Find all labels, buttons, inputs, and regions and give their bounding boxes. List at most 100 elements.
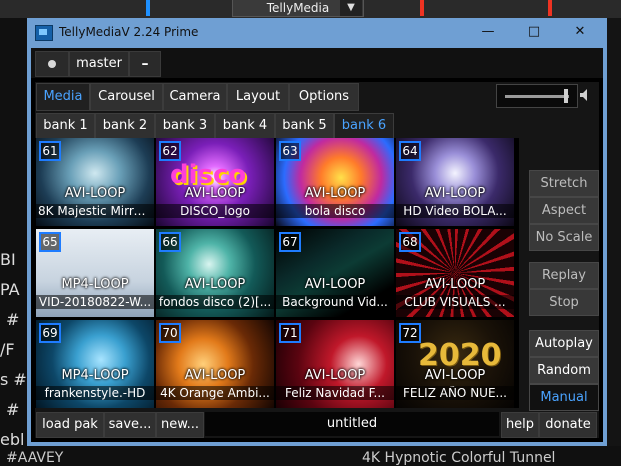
cell-type: AVI-LOOP	[184, 186, 246, 201]
window-title: TellyMediaV 2.24 Prime	[59, 25, 199, 39]
media-cell[interactable]: 61 AVI-LOOP 8K Majestic Mirro...	[36, 138, 154, 226]
master-enable-button[interactable]	[35, 51, 69, 77]
host-text: #	[6, 310, 20, 329]
title-bar[interactable]: TellyMediaV 2.24 Prime — □ ✕	[27, 18, 607, 48]
cell-number: 65	[39, 232, 61, 252]
tab-camera[interactable]: Camera	[163, 83, 227, 111]
slider-thumb[interactable]	[564, 89, 568, 103]
bottom-bar: load pak save... new... untitled help do…	[35, 411, 599, 438]
tab-bank-2[interactable]: bank 2	[95, 113, 155, 139]
cell-name: HD Video BOLA...	[396, 204, 514, 218]
media-panel: Media Carousel Camera Layout Options ban…	[35, 82, 599, 438]
cell-type: AVI-LOOP	[304, 368, 366, 383]
no-scale-button[interactable]: No Scale	[529, 224, 599, 251]
minimize-button[interactable]: —	[465, 18, 511, 46]
media-cell[interactable]: 71 AVI-LOOP Feliz Navidad F...	[276, 320, 394, 408]
host-text: /F	[0, 340, 15, 359]
cell-number: 69	[39, 323, 61, 343]
replay-button[interactable]: Replay	[529, 262, 599, 289]
manual-button[interactable]: Manual	[529, 384, 599, 411]
cell-type: MP4-LOOP	[61, 368, 129, 383]
cell-number: 64	[399, 141, 421, 161]
slider-track	[505, 95, 569, 98]
autoplay-button[interactable]: Autoplay	[529, 330, 599, 357]
cell-name: CLUB VISUALS ...	[396, 295, 514, 309]
cell-name: 4K Orange Ambi...	[156, 386, 274, 400]
tab-bank-4[interactable]: bank 4	[215, 113, 275, 139]
media-grid: 61 AVI-LOOP 8K Majestic Mirro... 62 disc…	[35, 138, 519, 408]
donate-button[interactable]: donate	[539, 412, 597, 438]
cell-name: frankenstyle.-HD	[36, 386, 154, 400]
cell-type: AVI-LOOP	[424, 368, 486, 383]
tab-options[interactable]: Options	[289, 83, 359, 111]
host-dropdown-icon[interactable]: ▼	[340, 0, 362, 16]
host-right-panel	[606, 18, 621, 466]
cell-number: 68	[399, 232, 421, 252]
tab-bank-6[interactable]: bank 6	[334, 113, 394, 139]
stretch-button[interactable]: Stretch	[529, 170, 599, 197]
media-cell[interactable]: 70 AVI-LOOP 4K Orange Ambi...	[156, 320, 274, 408]
cell-name: bola disco	[276, 204, 394, 218]
tellymedia-window: TellyMediaV 2.24 Prime — □ ✕ master – Me…	[27, 18, 607, 446]
host-bottom-strip: #AAVEY 4K Hypnotic Colorful Tunnel	[0, 446, 621, 466]
dot-icon	[48, 60, 56, 68]
cell-type: MP4-LOOP	[61, 277, 129, 292]
app-icon	[35, 25, 53, 41]
volume-slider[interactable]	[496, 84, 578, 108]
filename-field[interactable]: untitled	[205, 412, 499, 436]
master-button[interactable]: master	[69, 51, 129, 77]
tab-media[interactable]: Media	[36, 83, 90, 111]
cell-number: 71	[279, 323, 301, 343]
media-cell[interactable]: 64 AVI-LOOP HD Video BOLA...	[396, 138, 514, 226]
host-red-marker	[548, 0, 552, 16]
master-bar: master –	[31, 48, 603, 78]
aspect-button[interactable]: Aspect	[529, 197, 599, 224]
window-content: master – Media Carousel Camera Layout Op…	[31, 48, 603, 442]
cell-number: 67	[279, 232, 301, 252]
host-bottom-text: #AAVEY	[6, 450, 64, 466]
maximize-button[interactable]: □	[511, 18, 557, 46]
cell-name: fondos disco (2)[...	[156, 295, 274, 309]
media-cell[interactable]: 68 AVI-LOOP CLUB VISUALS ...	[396, 229, 514, 317]
cell-number: 61	[39, 141, 61, 161]
media-cell[interactable]: 62 disco AVI-LOOP DISCO_logo	[156, 138, 274, 226]
cell-number: 62	[159, 141, 181, 161]
media-cell[interactable]: 67 AVI-LOOP Background Vid...	[276, 229, 394, 317]
new-button[interactable]: new...	[156, 412, 204, 438]
tab-bank-1[interactable]: bank 1	[36, 113, 95, 139]
cell-type: AVI-LOOP	[304, 277, 366, 292]
random-button[interactable]: Random	[529, 357, 599, 384]
collapse-button[interactable]: –	[129, 51, 161, 77]
cell-number: 63	[279, 141, 301, 161]
media-cell[interactable]: 65 MP4-LOOP VID-20180822-W...	[36, 229, 154, 317]
host-bottom-text: 4K Hypnotic Colorful Tunnel	[362, 450, 556, 466]
media-cell[interactable]: 63 AVI-LOOP bola disco	[276, 138, 394, 226]
close-button[interactable]: ✕	[557, 18, 603, 46]
tab-carousel[interactable]: Carousel	[90, 83, 163, 111]
cell-name: VID-20180822-W...	[36, 295, 154, 309]
cell-number: 70	[159, 323, 181, 343]
media-cell[interactable]: 66 AVI-LOOP fondos disco (2)[...	[156, 229, 274, 317]
host-left-panel: BI PA # /F s # # ebl	[0, 18, 30, 466]
host-text: #	[6, 400, 20, 419]
cell-number: 66	[159, 232, 181, 252]
cell-type: AVI-LOOP	[184, 368, 246, 383]
cell-type: AVI-LOOP	[184, 277, 246, 292]
host-text: PA	[0, 280, 20, 299]
host-blue-marker	[146, 0, 150, 16]
tab-layout[interactable]: Layout	[227, 83, 289, 111]
load-pak-button[interactable]: load pak	[36, 412, 104, 438]
cell-name: FELIZ AÑO NUE...	[396, 386, 514, 400]
media-cell[interactable]: 72 2020 AVI-LOOP FELIZ AÑO NUE...	[396, 320, 514, 408]
save-button[interactable]: save...	[104, 412, 156, 438]
media-cell[interactable]: 69 MP4-LOOP frankenstyle.-HD	[36, 320, 154, 408]
tab-bank-5[interactable]: bank 5	[275, 113, 334, 139]
cell-type: AVI-LOOP	[64, 186, 126, 201]
speaker-icon[interactable]	[580, 89, 590, 101]
stop-button[interactable]: Stop	[529, 289, 599, 316]
help-button[interactable]: help	[501, 412, 539, 438]
disco-logo: disco	[170, 160, 247, 190]
cell-name: Background Vid...	[276, 295, 394, 309]
tab-bank-3[interactable]: bank 3	[155, 113, 215, 139]
cell-type: AVI-LOOP	[424, 186, 486, 201]
